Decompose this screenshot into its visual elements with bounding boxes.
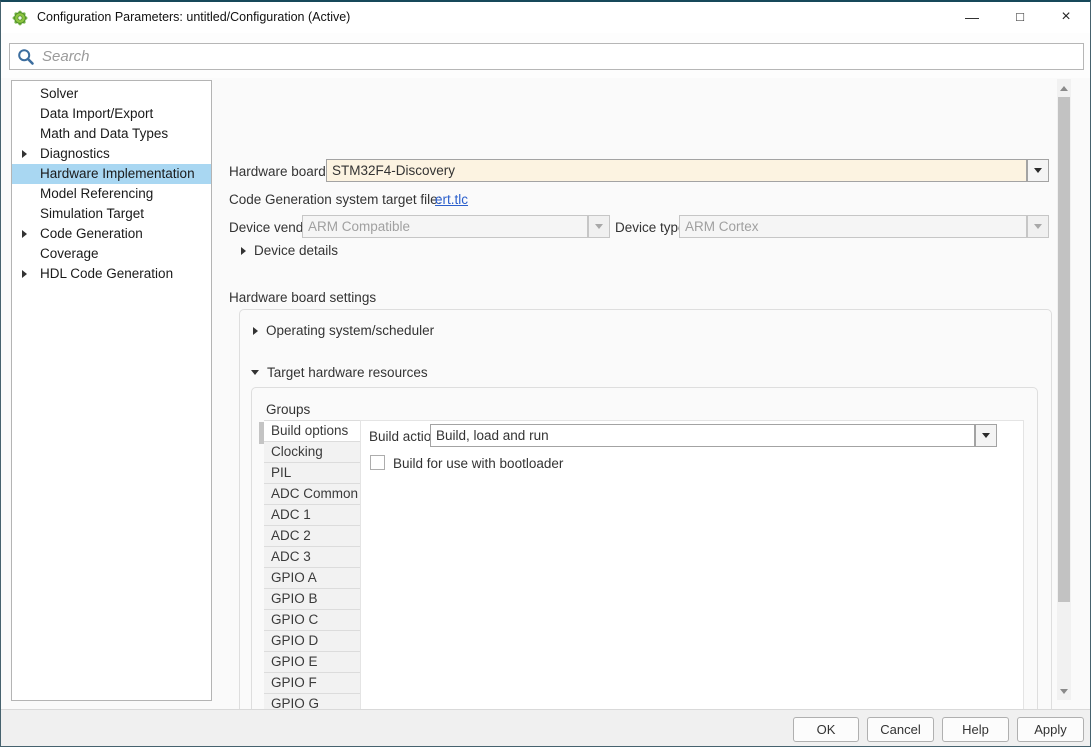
group-tab-gpio-f[interactable]: GPIO F [264,672,360,693]
hardware-board-combo-field[interactable]: STM32F4-Discovery [326,159,1027,182]
simulink-gear-icon [12,10,28,26]
chevron-down-icon [1034,168,1042,173]
operating-system-collapser[interactable]: Operating system/scheduler [253,323,434,338]
search-icon [17,48,35,66]
sidebar-item-label: Simulation Target [12,204,211,224]
ert-tlc-link[interactable]: ert.tlc [435,192,468,207]
expand-right-icon [241,247,246,255]
group-tab-gpio-b[interactable]: GPIO B [264,588,360,609]
build-action-dropdown-button[interactable] [975,424,997,447]
sidebar-item-label: HDL Code Generation [12,264,211,284]
device-type-combo-field: ARM Cortex [679,215,1027,238]
sidebar-item-label: Solver [12,84,211,104]
sidebar-tree: SolverData Import/ExportMath and Data Ty… [11,80,212,701]
help-button[interactable]: Help [942,717,1009,742]
system-target-file-label: Code Generation system target file: [229,192,441,207]
minimize-button[interactable]: — [954,2,990,33]
expand-right-icon[interactable] [22,150,27,158]
group-tab-adc-common[interactable]: ADC Common [264,483,360,504]
device-details-label: Device details [254,243,338,258]
group-tab-clocking[interactable]: Clocking [264,441,360,462]
device-vendor-dropdown-button [588,215,610,238]
hardware-board-settings-heading: Hardware board settings [229,290,376,305]
maximize-button[interactable]: □ [1002,2,1038,33]
group-tab-gpio-c[interactable]: GPIO C [264,609,360,630]
group-tab-build-options[interactable]: Build options [264,420,360,441]
groups-label: Groups [266,402,310,417]
window-title: Configuration Parameters: untitled/Confi… [37,2,350,33]
target-hardware-resources-label: Target hardware resources [267,365,428,380]
main-area: SolverData Import/ExportMath and Data Ty… [1,78,1090,709]
sidebar-item-label: Coverage [12,244,211,264]
sidebar-item-diagnostics[interactable]: Diagnostics [12,144,211,164]
configuration-parameters-dialog: Configuration Parameters: untitled/Confi… [0,0,1091,747]
sidebar-item-label: Data Import/Export [12,104,211,124]
sidebar-item-simulation-target[interactable]: Simulation Target [12,204,211,224]
sidebar-item-solver[interactable]: Solver [12,84,211,104]
chevron-down-icon [1034,224,1042,229]
chevron-down-icon [595,224,603,229]
scrollbar-thumb[interactable] [1058,97,1070,602]
device-vendor-combo-field: ARM Compatible [302,215,588,238]
sidebar-item-coverage[interactable]: Coverage [12,244,211,264]
sidebar-item-model-referencing[interactable]: Model Referencing [12,184,211,204]
group-tab-gpio-e[interactable]: GPIO E [264,651,360,672]
operating-system-label: Operating system/scheduler [266,323,434,338]
sidebar-item-math-and-data-types[interactable]: Math and Data Types [12,124,211,144]
close-button[interactable]: × [1048,2,1084,33]
scroll-down-icon[interactable] [1057,684,1071,698]
scroll-up-icon[interactable] [1057,81,1071,95]
device-details-collapser[interactable]: Device details [241,243,338,258]
sidebar-item-hdl-code-generation[interactable]: HDL Code Generation [12,264,211,284]
sidebar-item-label: Code Generation [12,224,211,244]
group-tab-gpio-a[interactable]: GPIO A [264,567,360,588]
sidebar-item-label: Diagnostics [12,144,211,164]
vertical-scrollbar[interactable] [1057,79,1071,700]
group-tab-adc-3[interactable]: ADC 3 [264,546,360,567]
expand-right-icon[interactable] [22,230,27,238]
group-tab-pil[interactable]: PIL [264,462,360,483]
sidebar-item-code-generation[interactable]: Code Generation [12,224,211,244]
sidebar-item-hardware-implementation[interactable]: Hardware Implementation [12,164,211,184]
sidebar-item-data-import-export[interactable]: Data Import/Export [12,104,211,124]
search-placeholder: Search [42,44,90,69]
expand-right-icon [253,327,258,335]
footer-bar: OK Cancel Help Apply [1,709,1090,747]
build-action-combo-field[interactable]: Build, load and run [430,424,975,447]
group-tab-gpio-d[interactable]: GPIO D [264,630,360,651]
apply-button[interactable]: Apply [1017,717,1084,742]
sidebar-item-label: Model Referencing [12,184,211,204]
bootloader-checkbox[interactable] [370,455,385,470]
expand-down-icon [251,370,259,375]
device-type-dropdown-button [1027,215,1049,238]
expand-right-icon[interactable] [22,270,27,278]
hardware-board-label: Hardware board: [229,164,330,179]
group-tab-adc-1[interactable]: ADC 1 [264,504,360,525]
group-tab-adc-2[interactable]: ADC 2 [264,525,360,546]
cancel-button[interactable]: Cancel [867,717,934,742]
search-input[interactable]: Search [9,43,1084,70]
sidebar-item-label: Hardware Implementation [12,164,211,184]
bootloader-checkbox-label: Build for use with bootloader [393,456,563,471]
ok-button[interactable]: OK [793,717,859,742]
title-bar: Configuration Parameters: untitled/Confi… [1,2,1090,33]
sidebar-item-label: Math and Data Types [12,124,211,144]
hardware-board-dropdown-button[interactable] [1027,159,1049,182]
groups-tablist: Build optionsClockingPILADC CommonADC 1A… [264,420,360,747]
target-hardware-resources-collapser[interactable]: Target hardware resources [251,365,428,380]
chevron-down-icon [982,433,990,438]
search-row: Search [1,33,1090,78]
